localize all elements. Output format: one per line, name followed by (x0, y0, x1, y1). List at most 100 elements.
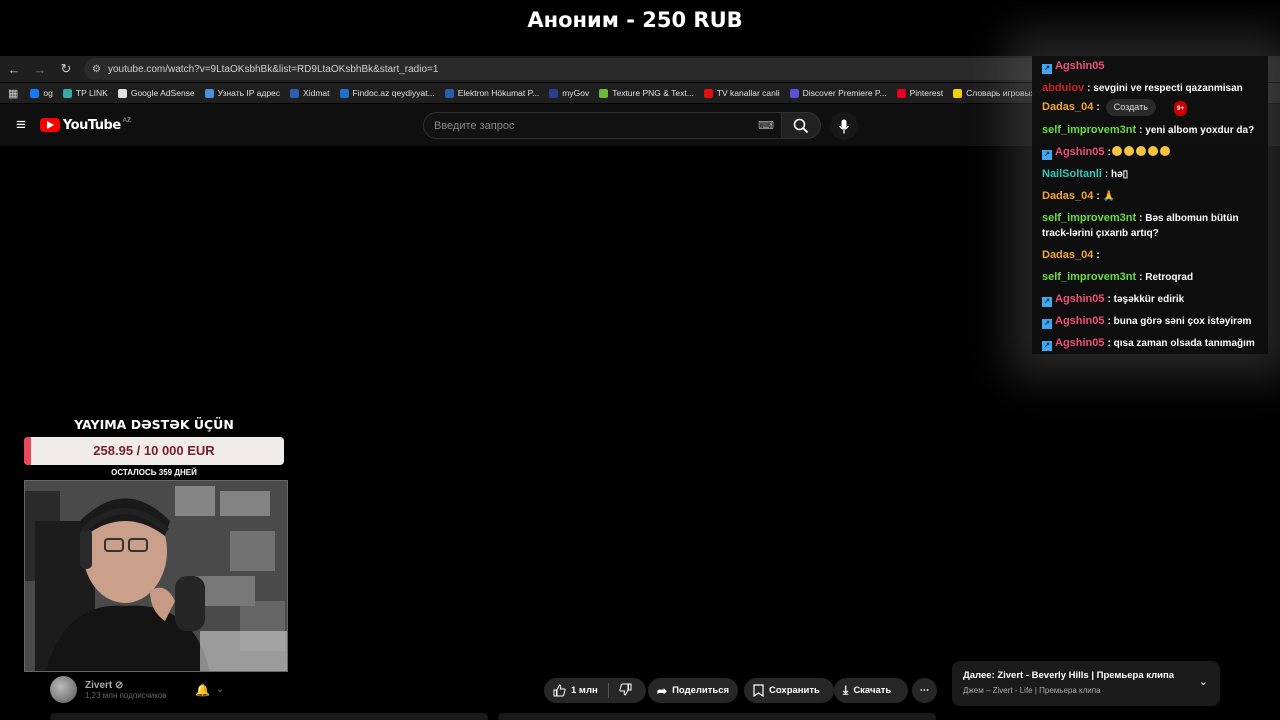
bookmark-label: Pinterest (909, 88, 944, 98)
apps-grid-icon[interactable]: ▦ (8, 87, 18, 100)
chat-text: : Retroqrad (1139, 272, 1194, 283)
chat-message: ↗ Agshin05: təşəkkür edirik (1042, 292, 1262, 307)
comments-box[interactable] (498, 713, 936, 720)
like-count: 1 млн (571, 685, 598, 696)
search-input[interactable]: Введите запрос ⌨ (423, 112, 783, 139)
bookmark-label: Findoc.az qeydiyyat... (352, 88, 435, 98)
forward-icon[interactable]: → (28, 57, 52, 81)
country-code: AZ (122, 116, 131, 124)
bookmark-item[interactable]: Google AdSense (117, 88, 195, 98)
share-label: Поделиться (672, 685, 730, 696)
donation-goal-title: YAYIMA DƏSTƏK ÜÇÜN (74, 417, 234, 432)
like-button[interactable]: 1 млн (553, 684, 598, 697)
streamer-webcam (24, 480, 288, 672)
thumbs-down-icon (619, 683, 632, 696)
bookmark-item[interactable]: Узнать IP адрес (204, 88, 281, 98)
save-button[interactable]: Сохранить (744, 678, 834, 703)
platform-badge-icon: ↗ (1042, 150, 1052, 160)
bookmark-icon (753, 684, 764, 697)
bookmark-favicon-icon (896, 88, 906, 98)
chat-text: : (1096, 102, 1100, 113)
chat-message: ↗ Agshin05 (1042, 59, 1262, 74)
bell-icon[interactable]: 🔔 (195, 683, 210, 697)
search-button[interactable] (781, 112, 821, 139)
channel-info-row: Zivert ⊘ 1,23 млн подписчиков (50, 676, 167, 703)
chat-message: ↗ Agshin05: buna görə səni çox istəyirəm (1042, 314, 1262, 329)
bookmark-favicon-icon (703, 88, 713, 98)
youtube-play-icon (39, 118, 60, 132)
more-actions-button[interactable]: ⋯ (912, 678, 937, 703)
chat-username: Dadas_04 (1042, 190, 1094, 202)
thumbs-up-icon (553, 684, 566, 697)
bookmark-label: Google AdSense (130, 88, 195, 98)
up-next-card[interactable]: Далее: Zivert - Beverly Hills | Премьера… (952, 661, 1220, 706)
bookmark-favicon-icon (30, 88, 40, 98)
site-settings-icon[interactable]: ⚙ (92, 64, 101, 75)
chevron-down-icon[interactable]: ⌄ (216, 684, 224, 695)
days-remaining: ОСТАЛОСЬ 359 ДНЕЙ (111, 468, 197, 477)
dislike-button[interactable] (619, 683, 632, 699)
reload-icon[interactable]: ↻ (54, 57, 78, 81)
bookmark-item[interactable]: Xidmat (290, 88, 330, 98)
download-label: Скачать (853, 685, 892, 696)
description-box[interactable] (50, 713, 488, 720)
keyboard-icon[interactable]: ⌨ (758, 119, 774, 132)
bookmark-label: Discover Premiere P... (802, 88, 887, 98)
chat-username: Agshin05 (1055, 60, 1105, 72)
smile-emoji-icon (1159, 146, 1170, 156)
bookmark-favicon-icon (953, 88, 963, 98)
download-button[interactable]: ⤓ Скачать (834, 678, 908, 703)
bookmark-favicon-icon (117, 88, 127, 98)
create-button-label: Создать (1105, 99, 1156, 116)
bookmark-favicon-icon (444, 88, 454, 98)
channel-name[interactable]: Zivert ⊘ (85, 680, 167, 691)
bookmark-item[interactable]: myGov (549, 88, 589, 98)
chat-text: : hə▯ (1104, 169, 1129, 180)
chat-message: Dadas_04: Создать 9+ (1042, 99, 1262, 116)
up-next-subtitle: Джем – Zivert - Life | Премьера клипа (963, 686, 1101, 695)
chat-username: self_improvem3nt (1042, 212, 1137, 224)
bookmark-item[interactable]: Texture PNG & Text... (599, 88, 694, 98)
chat-username: NailSoltanli (1042, 168, 1102, 180)
chat-text: : təşəkkür edirik (1107, 294, 1185, 305)
voice-search-button[interactable] (830, 112, 858, 140)
chat-text: : buna görə səni çox istəyirəm (1107, 316, 1252, 327)
bookmark-item[interactable]: Pinterest (896, 88, 944, 98)
youtube-logo[interactable]: YouTube AZ (39, 116, 131, 133)
smile-emoji-icon (1147, 146, 1158, 156)
chevron-down-icon[interactable]: ⌄ (1199, 675, 1208, 688)
platform-badge-icon: ↗ (1042, 64, 1052, 74)
bookmark-label: og (43, 88, 53, 98)
subscriber-count: 1,23 млн подписчиков (85, 690, 167, 700)
address-bar[interactable]: ⚙ youtube.com/watch?v=9LtaOKsbhBk&list=R… (84, 58, 1044, 80)
chat-username: Agshin05 (1055, 337, 1105, 349)
chat-username: Agshin05 (1055, 293, 1105, 305)
bookmark-label: Узнать IP адрес (217, 88, 281, 98)
channel-avatar[interactable] (50, 676, 77, 703)
chat-username: abdulov (1042, 82, 1085, 94)
youtube-wordmark: YouTube (62, 117, 121, 133)
search-placeholder: Введите запрос (434, 119, 515, 132)
chat-username: self_improvem3nt (1042, 124, 1137, 136)
chat-username: Dadas_04 (1042, 249, 1094, 261)
chat-message: ↗ Agshin05: (1042, 145, 1262, 160)
bookmark-item[interactable]: Discover Premiere P... (789, 88, 887, 98)
hamburger-menu-icon[interactable]: ≡ (16, 115, 26, 135)
donation-alert-title: Аноним - 250 RUB (527, 8, 743, 32)
bookmark-favicon-icon (789, 88, 799, 98)
like-divider (607, 683, 609, 698)
bookmark-label: Texture PNG & Text... (612, 88, 694, 98)
bookmark-item[interactable]: Findoc.az qeydiyyat... (339, 88, 435, 98)
bookmark-item[interactable]: Elektron Hökumat P... (444, 88, 539, 98)
smile-emoji-icon (1135, 146, 1146, 156)
share-icon: ➦ (657, 683, 668, 698)
more-icon: ⋯ (919, 685, 930, 696)
chat-username: Dadas_04 (1042, 101, 1094, 113)
chat-username: self_improvem3nt (1042, 271, 1137, 283)
share-button[interactable]: ➦ Поделиться (648, 678, 738, 703)
bookmark-item[interactable]: og (30, 88, 53, 98)
bookmark-item[interactable]: TV kanallar canli (703, 88, 780, 98)
bookmark-label: myGov (562, 88, 590, 98)
back-icon[interactable]: ← (2, 57, 26, 81)
bookmark-item[interactable]: TP LINK (62, 88, 108, 98)
